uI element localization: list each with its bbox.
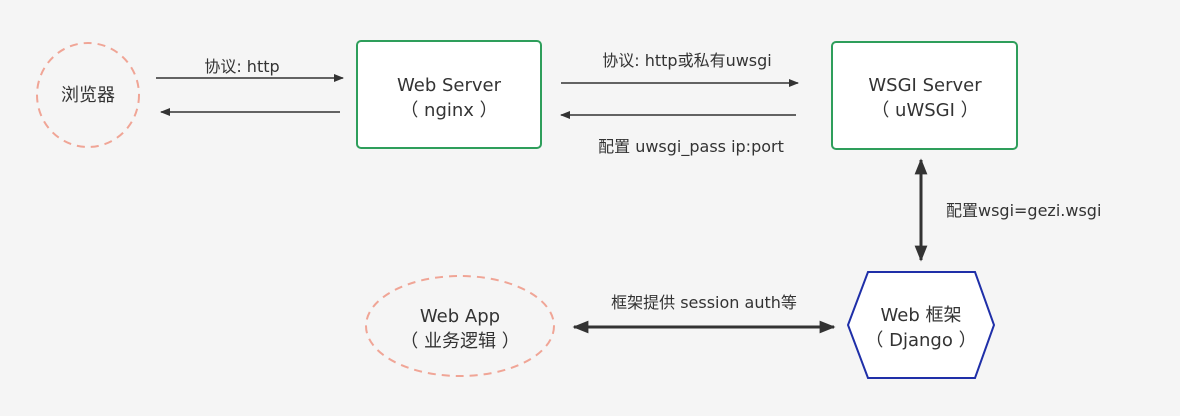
wsgi-server-title: WSGI Server [868, 75, 982, 96]
edge-label-framework-app: 框架提供 session auth等 [611, 293, 797, 312]
browser-node: 浏览器 [36, 42, 140, 148]
web-app-subtitle: （ 业务逻辑 ） [400, 331, 519, 352]
web-server-title: Web Server [397, 75, 502, 96]
wsgi-server-node: WSGI Server （ uWSGI ） [831, 41, 1018, 150]
web-framework-subtitle: （ Django ） [865, 330, 976, 351]
edge-label-uwsgi-pass: 配置 uwsgi_pass ip:port [598, 137, 784, 157]
web-server-node: Web Server （ nginx ） [356, 40, 542, 149]
web-app-node: Web App （ 业务逻辑 ） [365, 275, 555, 377]
edge-label-browser-server: 协议: http [204, 57, 279, 76]
edge-label-server-wsgi: 协议: http或私有uwsgi [602, 51, 772, 70]
browser-label: 浏览器 [61, 85, 115, 106]
web-server-subtitle: （ nginx ） [400, 100, 497, 121]
wsgi-server-subtitle: （ uWSGI ） [871, 100, 978, 121]
web-app-title: Web App [420, 306, 500, 327]
edge-label-wsgi-config: 配置wsgi=gezi.wsgi [946, 201, 1101, 220]
web-framework-node: Web 框架 （ Django ） [846, 271, 996, 379]
architecture-diagram: 浏览器 Web Server （ nginx ） WSGI Server （ u… [36, 40, 1101, 379]
web-framework-title: Web 框架 [881, 305, 962, 326]
